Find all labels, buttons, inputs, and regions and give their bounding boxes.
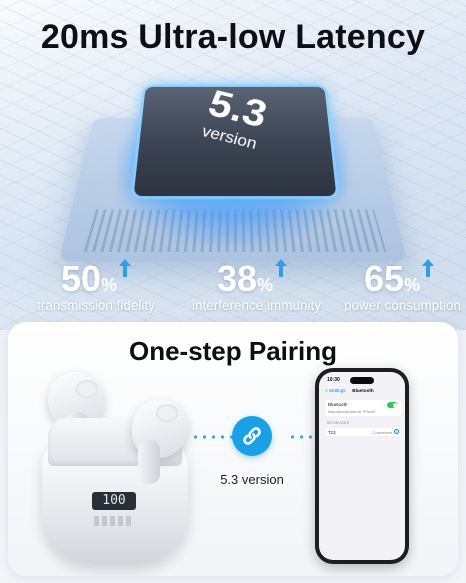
stat-unit: %: [257, 275, 274, 295]
stat-unit: %: [404, 275, 421, 295]
stat-value: 65: [363, 258, 405, 299]
stat-caption: transmission fidelity: [37, 298, 155, 313]
bluetooth-row: Bluetooth Now discoverable as "iPhone".: [325, 400, 401, 416]
arrow-up-icon: [119, 259, 132, 277]
discoverable-text: Now discoverable as "iPhone".: [328, 410, 377, 414]
bluetooth-label: Bluetooth: [328, 402, 348, 407]
device-status: Connected: [372, 429, 392, 435]
info-icon[interactable]: i: [394, 429, 399, 434]
earbud-tip: [156, 404, 178, 422]
arrow-up-icon: [275, 259, 288, 277]
device-name: T13: [328, 429, 336, 435]
headline: 20ms Ultra-low Latency: [40, 18, 426, 56]
smartphone: 10:30 < Settings Bluetooth Bluetooth Now…: [315, 368, 409, 564]
bluetooth-toggle[interactable]: [387, 402, 398, 408]
my-devices-header: MY DEVICES: [327, 421, 350, 425]
stat-value: 38: [216, 258, 258, 299]
battery-display: 100: [92, 492, 136, 510]
stat-power: 65% power consumption: [344, 258, 462, 313]
chain-link-icon: [232, 416, 272, 456]
device-row[interactable]: T13 Connected i: [325, 428, 401, 436]
earbud-stem: [138, 440, 160, 484]
stat-caption: interference immunity: [192, 298, 322, 313]
phone-time: 10:30: [327, 377, 340, 383]
battery-indicator: [94, 516, 134, 526]
arrow-up-icon: [422, 259, 435, 277]
phone-nav-bar: < Settings Bluetooth: [325, 388, 401, 396]
stat-value: 50: [60, 258, 102, 299]
dynamic-island: [350, 377, 374, 384]
pairing-card: One-step Pairing 100 5.3 version 10:30 <…: [8, 322, 458, 576]
phone-screen-title: Bluetooth: [352, 388, 374, 393]
stat-unit: %: [101, 275, 118, 295]
hero-section: 20ms Ultra-low Latency 5.3 version 50% t…: [0, 0, 466, 330]
connection-label: 5.3 version: [220, 472, 284, 487]
phone-screen: 10:30 < Settings Bluetooth Bluetooth Now…: [319, 372, 405, 560]
stat-interference: 38% interference immunity: [192, 258, 322, 313]
stats-row: 50% transmission fidelity 38% interferen…: [0, 258, 466, 324]
stat-transmission: 50% transmission fidelity: [36, 258, 156, 313]
earbud-tip: [76, 380, 98, 398]
stat-caption: power consumption: [344, 298, 462, 313]
pairing-title: One-step Pairing: [128, 336, 338, 366]
